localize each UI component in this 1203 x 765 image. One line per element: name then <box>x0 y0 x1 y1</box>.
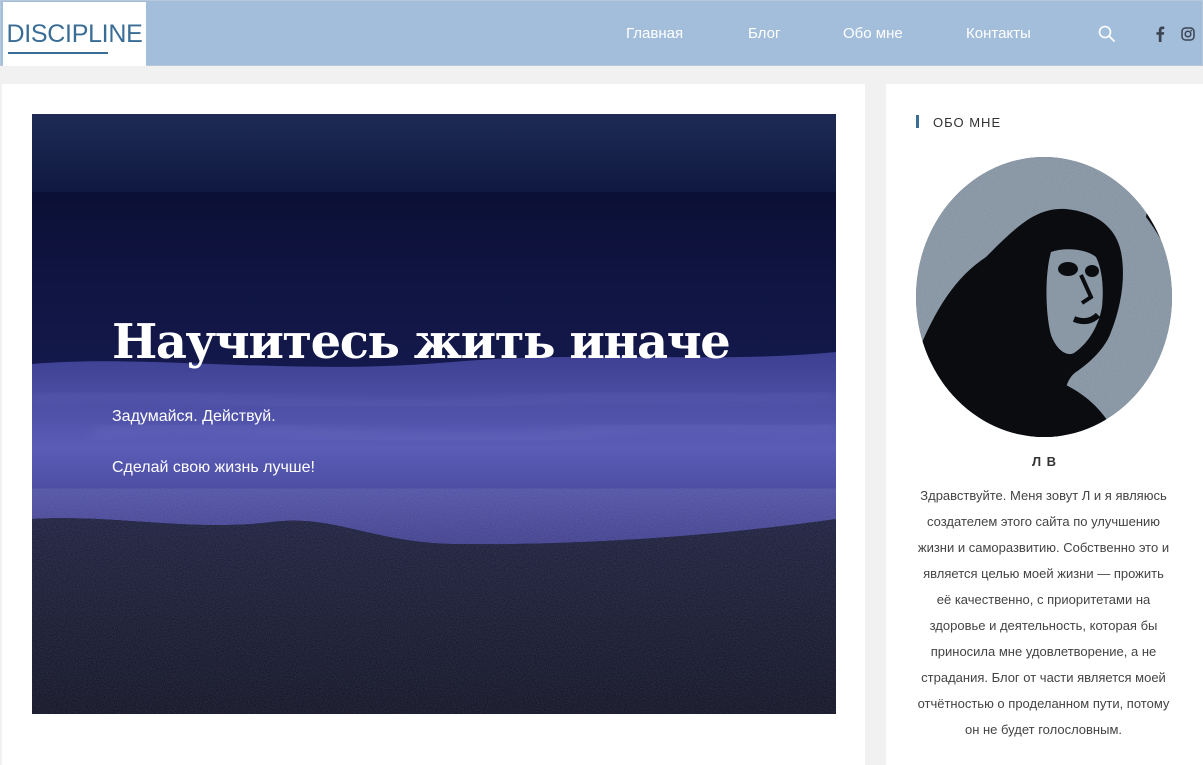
author-name: Л В <box>1031 454 1058 469</box>
instagram-icon[interactable] <box>1181 27 1195 41</box>
hero-banner: Научитесь жить иначе Задумайся. Действуй… <box>32 114 836 714</box>
hero-title: Научитесь жить иначе <box>112 314 731 370</box>
logo-text[interactable]: DISCIPLINE <box>7 21 143 47</box>
author-bio: Здравствуйте. Меня зовут Л и я являюсь с… <box>917 488 1170 737</box>
search-icon[interactable] <box>1098 25 1116 43</box>
site-logo[interactable]: DISCIPLINE <box>3 2 146 66</box>
hero-subtitle-2: Сделай свою жизнь лучше! <box>112 459 315 476</box>
hero-subtitle-1: Задумайся. Действуй. <box>112 408 276 425</box>
site-header: DISCIPLINE Главная Блог Обо мне Контакты <box>0 0 1203 66</box>
main-content: Научитесь жить иначе Задумайся. Действуй… <box>2 84 865 765</box>
sidebar: ОБО МНЕ Л В Здравствуйте. Меня зовут Л и… <box>886 84 1203 765</box>
nav-item-about[interactable]: Обо мне <box>843 25 903 42</box>
facebook-icon[interactable] <box>1154 26 1166 42</box>
logo-underline <box>8 52 108 54</box>
widget-title-about: ОБО МНЕ <box>916 115 1001 130</box>
nav-item-home[interactable]: Главная <box>626 25 683 42</box>
nav-item-blog[interactable]: Блог <box>748 25 780 42</box>
nav-item-contacts[interactable]: Контакты <box>966 25 1031 42</box>
avatar <box>916 157 1172 437</box>
